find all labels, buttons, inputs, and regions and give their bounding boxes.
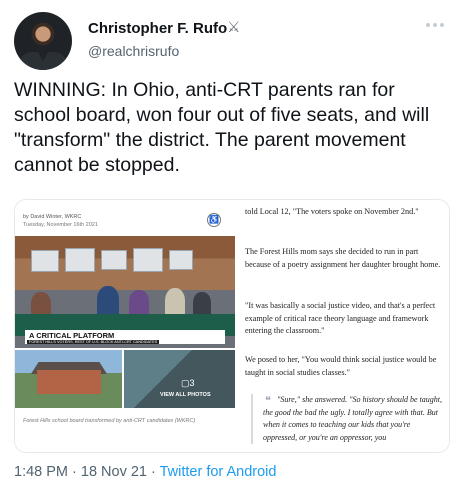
poster [31, 250, 59, 272]
school-thumbnail[interactable] [15, 350, 122, 408]
view-all-photos-label[interactable]: VIEW ALL PHOTOS [160, 392, 211, 398]
avatar[interactable] [14, 12, 72, 70]
gallery-thumbnail[interactable]: ▢3 VIEW ALL PHOTOS [124, 350, 235, 408]
article-date: Tuesday, November 16th 2021 [23, 222, 98, 228]
poster [65, 248, 95, 272]
person [129, 290, 149, 316]
article-quote: ❝ "Sure," she answered. "So history shou… [251, 394, 445, 444]
tweet-header: Christopher F. Rufo ⚔ @realchrisrufo [14, 12, 450, 72]
crossed-swords-icon: ⚔ [227, 19, 241, 36]
more-options-icon[interactable] [424, 18, 446, 32]
tweet-media-image[interactable]: by David Winter, WKRC Tuesday, November … [14, 199, 450, 453]
tweet-source-link[interactable]: Twitter for Android [160, 464, 277, 480]
article-byline: by David Winter, WKRC [23, 214, 82, 220]
tweet-metadata: 1:48 PM · 18 Nov 21 · Twitter for Androi… [14, 464, 276, 480]
school-building [37, 370, 101, 394]
poster [133, 248, 163, 272]
quote-text: "Sure," she answered. "So history should… [263, 395, 443, 442]
tweet-text: WINNING: In Ohio, anti-CRT parents ran f… [14, 79, 430, 176]
author-name[interactable]: Christopher F. Rufo [88, 20, 227, 37]
gallery-icon: ▢3 [181, 378, 195, 388]
meeting-photo: A CRITICAL PLATFORM [15, 236, 235, 348]
person [97, 286, 119, 316]
article-right-panel: told Local 12, "The voters spoke on Nove… [237, 200, 449, 452]
person [193, 292, 211, 316]
banner-subtitle: FOREST HILLS VOTERS, REST OF U.S. BLOCK … [27, 340, 160, 344]
photo-caption: Forest Hills school board transformed by… [23, 418, 196, 424]
poster [169, 250, 193, 270]
article-paragraph: The Forest Hills mom says she decided to… [245, 247, 441, 269]
tweet-timestamp[interactable]: 1:48 PM · 18 Nov 21 · [14, 464, 160, 480]
quote-mark-icon: ❝ [265, 395, 271, 407]
author-handle[interactable]: @realchrisrufo [88, 43, 179, 59]
person [165, 288, 185, 316]
poster [101, 250, 127, 270]
article-paragraph: We posed to her, "You would think social… [245, 355, 437, 377]
article-left-panel: by David Winter, WKRC Tuesday, November … [15, 200, 235, 452]
article-paragraph: told Local 12, "The voters spoke on Nove… [245, 207, 419, 216]
banner-title: A CRITICAL PLATFORM [29, 331, 115, 340]
avatar-jacket [18, 52, 68, 70]
article-paragraph: "It was basically a social justice video… [245, 301, 436, 335]
accessibility-icon: ♿ [207, 213, 221, 227]
